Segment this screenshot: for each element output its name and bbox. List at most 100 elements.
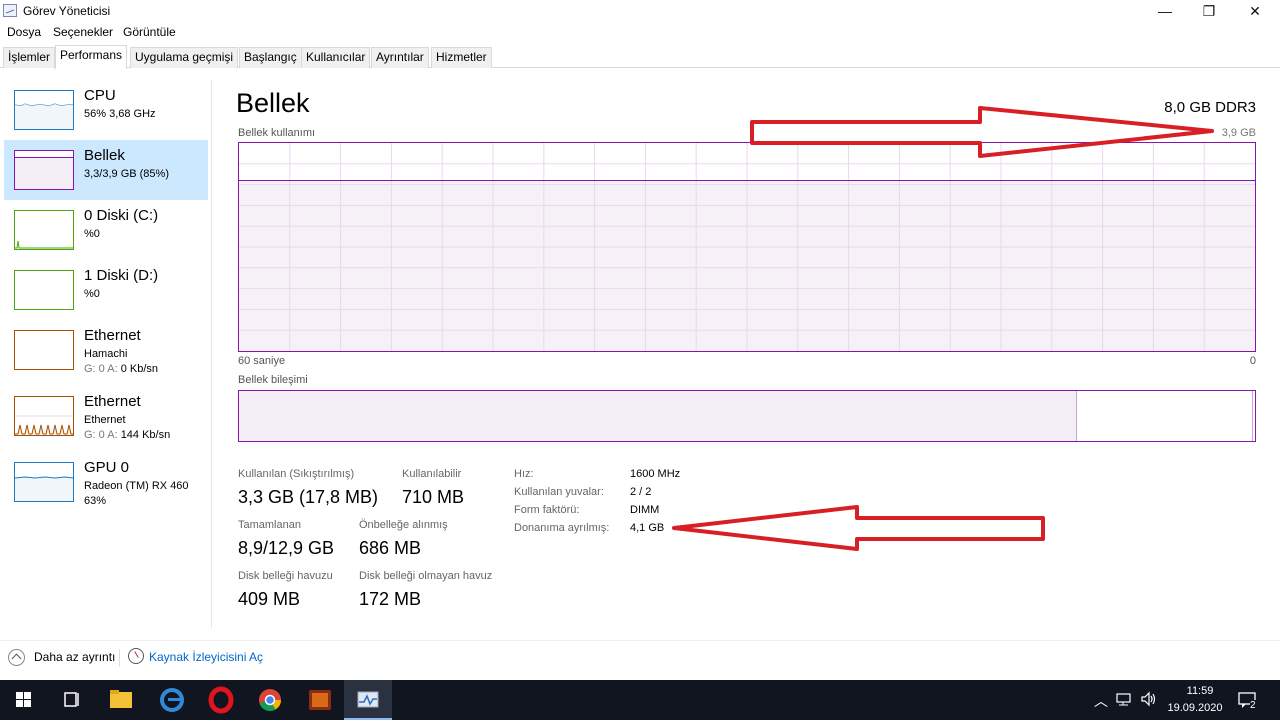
committed-value: 8,9/12,9 GB: [238, 538, 335, 558]
paged-pool-value: 409 MB: [238, 589, 301, 609]
ethernet-thumbnail: [14, 396, 74, 436]
windows-start-icon[interactable]: [0, 680, 48, 720]
tab-services[interactable]: Hizmetler: [431, 47, 492, 68]
menu-file[interactable]: Dosya: [7, 25, 41, 39]
disk-c-thumbnail: [14, 210, 74, 250]
in-use-value: 3,3 GB (17,8 MB): [238, 487, 379, 507]
speed-value: 1600 MHz: [630, 468, 681, 480]
sidebar-item-disk-c[interactable]: 0 Diski (C:) %0: [4, 200, 208, 260]
sidebar-item-label: GPU 0: [84, 459, 130, 476]
sidebar-item-label: 1 Diski (D:): [84, 267, 159, 284]
footer-divider: [119, 649, 120, 667]
memory-spec: 8,0 GB DDR3: [1164, 99, 1256, 116]
sidebar-item-detail: Ethernet: [84, 414, 126, 426]
memory-usage-graph: [238, 142, 1256, 352]
sidebar-item-detail: %0: [84, 228, 100, 240]
graph-time-left: 60 saniye: [238, 355, 286, 367]
sidebar-item-label: Ethernet: [84, 393, 141, 410]
clock-time[interactable]: 11:59: [1170, 685, 1230, 697]
resource-monitor-icon: [128, 648, 144, 664]
cached-value: 686 MB: [359, 538, 422, 558]
composition-in-use: [239, 391, 1077, 441]
annotation-arrow-bottom: [672, 505, 1045, 551]
chevron-up-icon[interactable]: [8, 649, 25, 666]
sidebar-item-throughput: G: 0 A: 0 Kb/sn: [84, 363, 158, 375]
title-bar: Görev Yöneticisi — ❐ ✕: [0, 0, 1280, 22]
hardware-reserved-value: 4,1 GB: [630, 522, 665, 534]
paged-pool-label: Disk belleği havuzu: [238, 570, 333, 582]
form-factor-label: Form faktörü:: [514, 504, 580, 516]
tab-performance[interactable]: Performans: [55, 45, 128, 69]
sidebar-item-detail: 56% 3,68 GHz: [84, 108, 156, 120]
footer: Daha az ayrıntı Kaynak İzleyicisini Aç: [0, 640, 1280, 680]
volume-icon[interactable]: [1140, 691, 1158, 710]
sidebar-item-ethernet-hamachi[interactable]: Ethernet Hamachi G: 0 A: 0 Kb/sn: [4, 320, 208, 380]
sidebar-item-detail: %0: [84, 288, 100, 300]
hardware-reserved-label: Donanıma ayrılmış:: [514, 522, 610, 534]
game-app-icon[interactable]: [296, 680, 344, 720]
graph-time-right: 0: [1249, 355, 1256, 367]
sidebar-item-throughput: G: 0 A: 144 Kb/sn: [84, 429, 171, 441]
tab-users[interactable]: Kullanıcılar: [301, 47, 371, 68]
sidebar-item-detail: 3,3/3,9 GB (85%): [84, 168, 169, 180]
usage-graph-max: 3,9 GB: [1221, 127, 1256, 139]
fewer-details-button[interactable]: Daha az ayrıntı: [34, 650, 115, 664]
edge-icon[interactable]: [148, 680, 196, 720]
composition-label: Bellek bileşimi: [238, 374, 308, 386]
committed-label: Tamamlanan: [238, 519, 301, 531]
form-factor-value: DIMM: [630, 504, 660, 516]
sidebar-item-label: CPU: [84, 87, 116, 104]
maximize-button[interactable]: ❐: [1186, 0, 1232, 22]
usage-graph-label: Bellek kullanımı: [238, 127, 316, 139]
sidebar-item-label: 0 Diski (C:): [84, 207, 159, 224]
opera-icon[interactable]: [197, 680, 245, 720]
menu-view[interactable]: Görüntüle: [123, 25, 176, 39]
cached-label: Önbelleğe alınmış: [359, 519, 448, 531]
task-manager-taskbar-icon[interactable]: [344, 680, 392, 720]
nonpaged-pool-label: Disk belleği olmayan havuz: [359, 570, 493, 582]
disk-d-thumbnail: [14, 270, 74, 310]
tab-app-history[interactable]: Uygulama geçmişi: [130, 47, 239, 68]
sidebar-item-gpu[interactable]: GPU 0 Radeon (TM) RX 460 63%: [4, 452, 208, 512]
speed-label: Hız:: [514, 468, 534, 480]
gpu-thumbnail: [14, 462, 74, 502]
tab-startup[interactable]: Başlangıç: [239, 47, 302, 68]
sidebar-item-detail: Hamachi: [84, 348, 128, 360]
menu-options[interactable]: Seçenekler: [53, 25, 113, 39]
ethernet-thumbnail: [14, 330, 74, 370]
sidebar-item-usage: 63%: [84, 495, 107, 507]
file-explorer-icon[interactable]: [97, 680, 145, 720]
memory-composition-bar: [238, 390, 1256, 442]
open-resource-monitor-link[interactable]: Kaynak İzleyicisini Aç: [149, 650, 263, 664]
task-view-icon[interactable]: [48, 680, 96, 720]
sidebar: CPU 56% 3,68 GHz Bellek 3,3/3,9 GB (85%)…: [0, 80, 212, 628]
memory-thumbnail: [14, 150, 74, 190]
sidebar-item-cpu[interactable]: CPU 56% 3,68 GHz: [4, 80, 208, 140]
in-use-label: Kullanılan (Sıkıştırılmış): [238, 468, 355, 480]
chrome-icon[interactable]: [246, 680, 294, 720]
clock-date[interactable]: 19.09.2020: [1160, 702, 1230, 714]
page-title: Bellek: [236, 88, 310, 118]
minimize-button[interactable]: —: [1142, 0, 1188, 22]
sidebar-item-label: Bellek: [84, 147, 125, 164]
network-icon[interactable]: [1116, 691, 1134, 710]
taskbar: ︿ 11:59 19.09.2020 2: [0, 680, 1280, 720]
nonpaged-pool-value: 172 MB: [359, 589, 422, 609]
sidebar-item-detail: Radeon (TM) RX 460: [84, 480, 189, 492]
sidebar-item-ethernet[interactable]: Ethernet Ethernet G: 0 A: 144 Kb/sn: [4, 386, 208, 446]
notification-count: 2: [1250, 700, 1256, 711]
available-label: Kullanılabilir: [402, 468, 462, 480]
chevron-up-icon[interactable]: ︿: [1094, 691, 1108, 711]
close-button[interactable]: ✕: [1232, 0, 1278, 22]
slots-value: 2 / 2: [630, 486, 652, 498]
task-manager-icon: [3, 4, 17, 17]
slots-label: Kullanılan yuvalar:: [514, 486, 604, 498]
tab-processes[interactable]: İşlemler: [3, 47, 56, 68]
sidebar-item-disk-d[interactable]: 1 Diski (D:) %0: [4, 260, 208, 320]
cpu-thumbnail: [14, 90, 74, 130]
sidebar-item-memory[interactable]: Bellek 3,3/3,9 GB (85%): [4, 140, 208, 200]
sidebar-item-label: Ethernet: [84, 327, 141, 344]
tab-details[interactable]: Ayrıntılar: [371, 47, 429, 68]
window-title: Görev Yöneticisi: [23, 4, 111, 18]
available-value: 710 MB: [402, 487, 465, 507]
